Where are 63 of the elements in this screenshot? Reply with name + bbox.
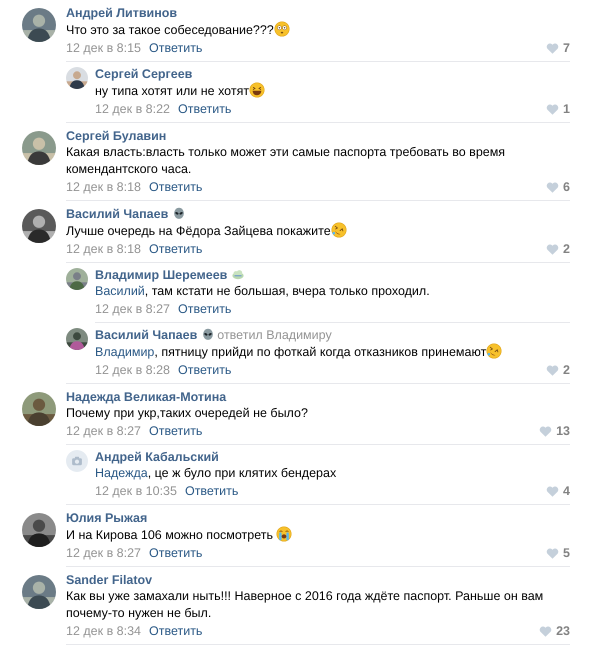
comment-text: , пятницу прийди по фоткай когда отказников принемают: [154, 345, 486, 359]
like-button[interactable]: 6: [545, 178, 570, 197]
mention-link[interactable]: Надежда: [95, 466, 148, 480]
author-name[interactable]: Юлия Рыжая: [66, 508, 148, 528]
like-button[interactable]: 2: [545, 240, 570, 259]
like-button[interactable]: 2: [545, 361, 570, 380]
replied-to-label: ответил Владимиру: [217, 326, 332, 344]
heart-icon: [545, 102, 560, 117]
author-name[interactable]: Сергей Сергеев: [95, 64, 192, 84]
like-button[interactable]: 23: [538, 622, 570, 641]
like-button[interactable]: 7: [545, 39, 570, 58]
reply-link[interactable]: Ответить: [149, 240, 202, 259]
heart-icon: [545, 41, 560, 56]
like-button[interactable]: 1: [545, 100, 570, 119]
comment-date: 12 дек в 8:34: [66, 623, 142, 640]
author-name[interactable]: Надежда Великая-Мотина: [66, 388, 226, 406]
comment-date: 12 дек в 8:27: [95, 301, 170, 318]
heart-icon: [545, 546, 560, 561]
reply-link[interactable]: Ответить: [178, 361, 232, 380]
mention-link[interactable]: Владимир: [95, 345, 154, 359]
reply-link[interactable]: Ответить: [149, 544, 202, 563]
author-name[interactable]: Владимир Шеремеев: [95, 266, 228, 284]
comment-text: , там кстати не большая, вчера только проходил.: [144, 284, 430, 298]
author-name[interactable]: Василий Чапаев: [95, 326, 198, 344]
comment-date: 12 дек в 8:15: [66, 40, 142, 58]
comment-text: Лучше очередь на Фёдора Зайцева покажите: [66, 224, 331, 238]
comment-date: 12 дек в 8:22: [95, 101, 170, 118]
like-button[interactable]: 4: [545, 482, 570, 501]
comment-date: 12 дек в 8:27: [66, 423, 142, 440]
author-name[interactable]: Андрей Литвинов: [66, 4, 178, 22]
reply-link[interactable]: Ответить: [149, 39, 202, 58]
like-button[interactable]: 5: [545, 544, 570, 563]
comment-text: Как вы уже замахали ныть!!! Наверное с 2016 года ждёте паспорт. Раньше он вам почему-то нужен не был.: [66, 589, 544, 620]
like-button[interactable]: 13: [538, 422, 570, 441]
reply-link[interactable]: Ответить: [149, 178, 202, 197]
reply-link[interactable]: Ответить: [178, 100, 232, 119]
comment-text: И на Кирова 106 можно посмотреть: [66, 528, 274, 542]
camera-icon: [70, 454, 84, 468]
comment-text: Почему при укр,таких очередей не было?: [66, 406, 308, 420]
author-name[interactable]: Василий Чапаев: [66, 204, 168, 224]
reply-link[interactable]: Ответить: [184, 482, 238, 501]
author-name[interactable]: Сергей Булавин: [66, 126, 166, 146]
comment-text: Что это за такое собеседование???: [66, 23, 274, 37]
comment-text: , це ж було при клятих бендерах: [148, 466, 336, 480]
heart-icon: [545, 242, 560, 257]
comment-date: 12 дек в 8:18: [66, 179, 142, 196]
comment-date: 12 дек в 8:18: [66, 241, 142, 258]
comment-text: Какая власть:власть только может эти самые паспорта требовать во время комендантского часа.: [66, 145, 506, 176]
heart-icon: [545, 180, 560, 195]
reply-link[interactable]: Ответить: [149, 622, 202, 641]
comment-date: 12 дек в 10:35: [95, 483, 177, 500]
reply-link[interactable]: Ответить: [149, 422, 202, 441]
heart-icon: [545, 484, 560, 499]
author-name[interactable]: Андрей Кабальский: [95, 448, 219, 466]
heart-icon: [545, 363, 560, 378]
comment-date: 12 дек в 8:28: [95, 362, 170, 380]
comment-date: 12 дек в 8:27: [66, 545, 142, 562]
heart-icon: [538, 424, 554, 439]
mention-link[interactable]: Василий: [95, 284, 145, 298]
comment-text: ну типа хотят или не хотят: [95, 84, 250, 98]
reply-link[interactable]: Ответить: [178, 300, 232, 319]
heart-icon: [538, 624, 554, 639]
author-name[interactable]: Sander Filatov: [66, 570, 152, 590]
